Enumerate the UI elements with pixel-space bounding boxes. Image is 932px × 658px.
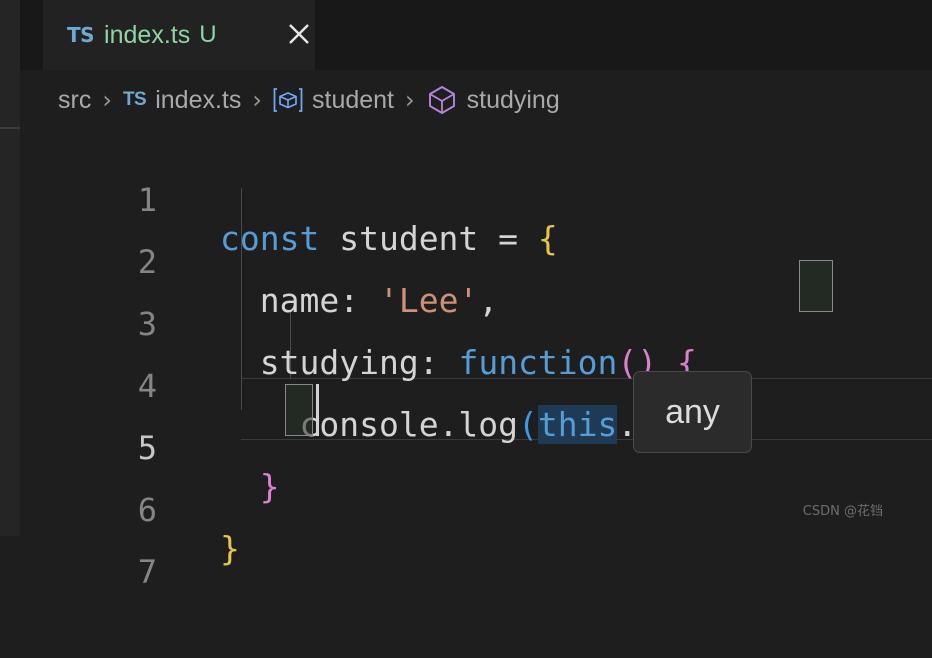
breadcrumb-label: src: [58, 85, 92, 114]
editor-group: TS index.ts U src › TS index.ts › studen…: [20, 0, 932, 591]
code-line[interactable]: 2 name: 'Lee',: [20, 192, 932, 320]
tab-git-status-badge: U: [199, 21, 217, 48]
breadcrumb-item-index-ts[interactable]: TS index.ts: [123, 86, 241, 115]
code-line-active[interactable]: 5 }: [20, 378, 932, 506]
typescript-badge-icon: TS: [122, 89, 147, 110]
code-line[interactable]: 7: [20, 502, 932, 591]
code-line[interactable]: 3 studying: function() {: [20, 254, 932, 382]
text-cursor: [316, 384, 319, 436]
bracket-match-box-close: [285, 384, 313, 436]
code-line[interactable]: 1 const student = {: [20, 130, 932, 258]
breadcrumb-separator: ›: [252, 86, 262, 114]
close-icon[interactable]: [283, 18, 315, 50]
activity-bar-strip[interactable]: [0, 0, 20, 536]
editor-tab-bar: TS index.ts U: [20, 0, 932, 70]
breadcrumb-label: student: [312, 85, 395, 114]
hover-tooltip-text: any: [665, 392, 720, 431]
typescript-file-icon: TS: [67, 23, 95, 47]
hover-tooltip-any: any: [633, 371, 752, 453]
watermark: CSDN @花铛: [802, 504, 883, 519]
breadcrumb-item-studying[interactable]: studying: [426, 84, 560, 116]
breadcrumb-label: index.ts: [155, 85, 242, 114]
activity-bar-divider: [0, 127, 20, 129]
editor-tab-index-ts[interactable]: TS index.ts U: [43, 0, 315, 70]
bracket-match-box-open: [799, 260, 833, 312]
breadcrumb-separator: ›: [405, 86, 415, 114]
breadcrumb-item-student[interactable]: student: [273, 85, 394, 115]
tab-label: index.ts: [104, 20, 191, 49]
breadcrumb-label: studying: [466, 85, 560, 114]
code-line[interactable]: 4 console.log(this.name): [20, 316, 932, 444]
breadcrumb: src › TS index.ts › student › studying: [20, 70, 932, 130]
code-editor[interactable]: 1 const student = { 2 name: 'Lee', 3 stu…: [20, 130, 932, 591]
method-symbol-icon: [426, 84, 458, 116]
breadcrumb-item-src[interactable]: src: [58, 86, 91, 115]
breadcrumb-separator: ›: [102, 86, 112, 114]
code-line[interactable]: 6 }: [20, 440, 932, 568]
variable-symbol-icon: [273, 85, 303, 115]
line-number: 7: [137, 553, 157, 591]
